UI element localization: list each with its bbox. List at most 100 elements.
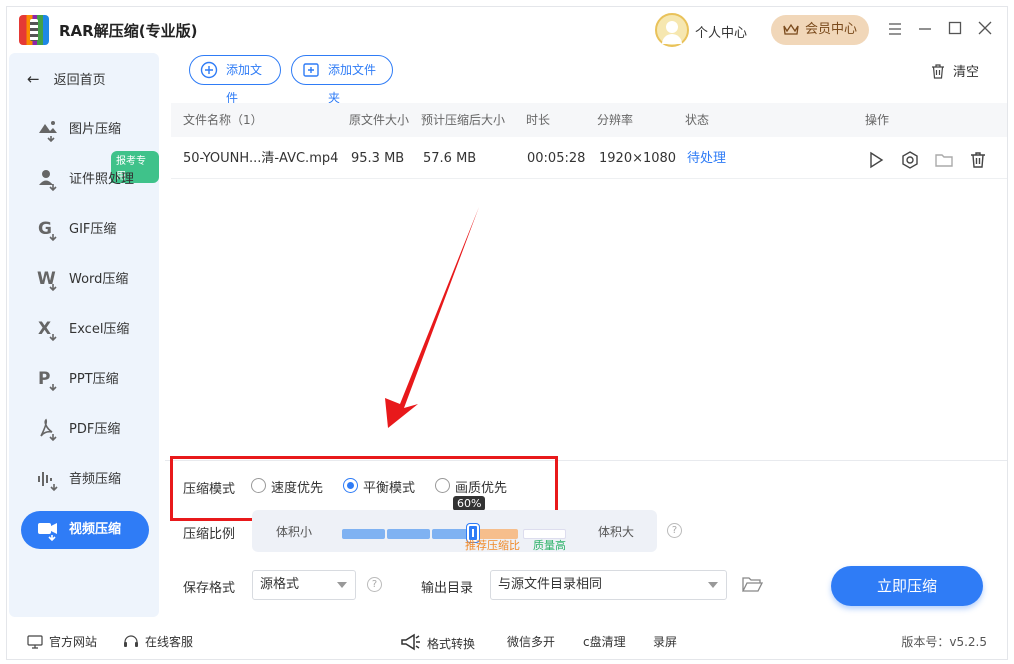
close-icon[interactable] bbox=[974, 19, 996, 41]
clear-label: 清空 bbox=[953, 65, 980, 80]
orig-size: 95.3 MB bbox=[351, 151, 405, 166]
user-avatar[interactable] bbox=[655, 13, 689, 47]
excel-icon: X bbox=[38, 319, 57, 342]
mode-speed-radio[interactable]: 速度优先 bbox=[251, 477, 323, 496]
screen-record-link[interactable]: 录屏 bbox=[653, 633, 677, 650]
online-service-link[interactable]: 在线客服 bbox=[123, 633, 193, 650]
sidebar-item-label: Word压缩 bbox=[69, 272, 129, 287]
settings-icon[interactable] bbox=[900, 150, 920, 170]
col-file-name: 文件名称（1） bbox=[183, 113, 263, 127]
format-help-icon[interactable]: ? bbox=[367, 577, 382, 592]
col-duration: 时长 bbox=[526, 113, 551, 127]
format-convert-link[interactable]: 格式转换 bbox=[399, 633, 475, 652]
compress-mode-label: 压缩模式 bbox=[183, 482, 236, 497]
sidebar-item-excel[interactable]: X Excel压缩 bbox=[21, 311, 149, 349]
sidebar-item-label: 证件照处理 bbox=[69, 172, 135, 187]
svg-text:X: X bbox=[38, 319, 51, 339]
gif-icon: G bbox=[38, 219, 57, 242]
output-dir-select[interactable]: 与源文件目录相同 bbox=[490, 570, 727, 600]
sidebar: ← 返回首页 图片压缩 报考专用 证件照处理 G GIF压缩 W Word压缩 X… bbox=[9, 53, 159, 617]
user-center-link[interactable]: 个人中心 bbox=[695, 22, 747, 41]
id-photo-icon bbox=[39, 170, 57, 192]
sidebar-item-id-photo[interactable]: 证件照处理 bbox=[21, 161, 149, 199]
col-status: 状态 bbox=[685, 113, 710, 127]
sidebar-item-image[interactable]: 图片压缩 bbox=[21, 111, 149, 149]
sidebar-item-video[interactable]: 视频压缩 bbox=[21, 511, 149, 549]
mode-label: 速度优先 bbox=[271, 481, 324, 496]
table-row[interactable]: 50-YOUNH...清-AVC.mp4 95.3 MB 57.6 MB 00:… bbox=[171, 139, 1007, 179]
duration: 00:05:28 bbox=[527, 151, 586, 166]
sidebar-item-label: 图片压缩 bbox=[69, 122, 122, 137]
service-label: 在线客服 bbox=[145, 635, 194, 649]
app-logo-icon bbox=[19, 15, 49, 45]
resolution: 1920×1080 bbox=[599, 151, 677, 166]
megaphone-icon bbox=[401, 633, 420, 651]
save-format-label: 保存格式 bbox=[183, 581, 236, 596]
radio-dot bbox=[343, 478, 358, 493]
compress-now-button[interactable]: 立即压缩 bbox=[831, 566, 983, 606]
save-format-select[interactable]: 源格式 bbox=[252, 570, 356, 600]
col-actions: 操作 bbox=[865, 113, 890, 127]
compress-ratio-label: 压缩比例 bbox=[183, 527, 236, 542]
slider-segment bbox=[342, 529, 385, 539]
website-label: 官方网站 bbox=[49, 635, 98, 649]
mode-label: 平衡模式 bbox=[363, 481, 416, 496]
add-folder-icon bbox=[303, 63, 319, 77]
ratio-help-icon[interactable]: ? bbox=[667, 523, 682, 538]
open-folder-icon[interactable] bbox=[741, 574, 763, 594]
chevron-down-icon bbox=[708, 582, 718, 588]
ratio-tooltip: 60% bbox=[453, 496, 486, 511]
slider-segment bbox=[387, 529, 430, 539]
app-window: RAR解压缩(专业版) 个人中心 会员中心 ← 返回首页 图片压缩 报考专用 证… bbox=[6, 6, 1008, 660]
audio-icon bbox=[38, 472, 58, 492]
sidebar-item-label: 音频压缩 bbox=[69, 472, 122, 487]
official-website-link[interactable]: 官方网站 bbox=[27, 633, 97, 650]
sidebar-item-audio[interactable]: 音频压缩 bbox=[21, 461, 149, 499]
file-name: 50-YOUNH...清-AVC.mp4 bbox=[183, 151, 339, 166]
sidebar-item-label: Excel压缩 bbox=[69, 322, 130, 337]
version-text: 版本号：v5.2.5 bbox=[901, 635, 987, 649]
sidebar-item-ppt[interactable]: P PPT压缩 bbox=[21, 361, 149, 399]
ppt-icon: P bbox=[38, 369, 57, 392]
back-home-link[interactable]: ← 返回首页 bbox=[27, 69, 106, 88]
est-size: 57.6 MB bbox=[423, 151, 477, 166]
col-orig-size: 原文件大小 bbox=[349, 113, 410, 127]
play-icon[interactable] bbox=[866, 150, 886, 170]
table-header: 文件名称（1） 原文件大小 预计压缩后大小 时长 分辨率 状态 操作 bbox=[171, 103, 1007, 137]
mode-balance-radio[interactable]: 平衡模式 bbox=[343, 477, 415, 496]
wechat-multi-link[interactable]: 微信多开 bbox=[507, 633, 555, 650]
output-dir-label: 输出目录 bbox=[421, 581, 474, 596]
monitor-icon bbox=[27, 635, 43, 649]
footer: 官方网站 在线客服 格式转换 微信多开 c盘清理 录屏 版本号：v5.2.5 bbox=[7, 621, 1007, 661]
menu-icon[interactable] bbox=[884, 19, 906, 41]
vip-center-button[interactable]: 会员中心 bbox=[771, 15, 869, 45]
mode-label: 画质优先 bbox=[455, 481, 508, 496]
recommended-ratio-label: 推荐压缩比 bbox=[465, 539, 520, 552]
maximize-icon[interactable] bbox=[944, 19, 966, 41]
title-bar: RAR解压缩(专业版) 个人中心 会员中心 bbox=[7, 7, 1007, 53]
sidebar-item-word[interactable]: W Word压缩 bbox=[21, 261, 149, 299]
clear-button[interactable]: 清空 bbox=[931, 61, 979, 80]
folder-icon[interactable] bbox=[934, 150, 954, 170]
ratio-max-label: 体积大 bbox=[598, 525, 635, 539]
radio-dot bbox=[251, 478, 266, 493]
video-icon bbox=[38, 523, 57, 542]
ratio-min-label: 体积小 bbox=[276, 525, 313, 539]
add-folder-button[interactable]: 添加文件夹 bbox=[291, 55, 393, 105]
delete-icon[interactable] bbox=[968, 150, 988, 170]
vip-center-label: 会员中心 bbox=[805, 22, 858, 37]
add-folder-label: 添加文件夹 bbox=[328, 63, 377, 105]
sidebar-item-pdf[interactable]: PDF压缩 bbox=[21, 411, 149, 449]
minimize-icon[interactable] bbox=[914, 19, 936, 41]
add-file-label: 添加文件 bbox=[226, 63, 263, 105]
add-file-button[interactable]: 添加文件 bbox=[189, 55, 281, 105]
back-arrow-icon: ← bbox=[27, 70, 40, 88]
sidebar-item-gif[interactable]: G GIF压缩 bbox=[21, 211, 149, 249]
mode-quality-radio[interactable]: 画质优先 bbox=[435, 477, 507, 496]
sidebar-item-label: GIF压缩 bbox=[69, 222, 117, 237]
c-drive-clean-link[interactable]: c盘清理 bbox=[583, 633, 626, 650]
svg-text:P: P bbox=[38, 369, 50, 389]
crown-icon bbox=[783, 23, 799, 35]
pdf-icon bbox=[40, 418, 57, 442]
save-format-value: 源格式 bbox=[260, 577, 300, 592]
